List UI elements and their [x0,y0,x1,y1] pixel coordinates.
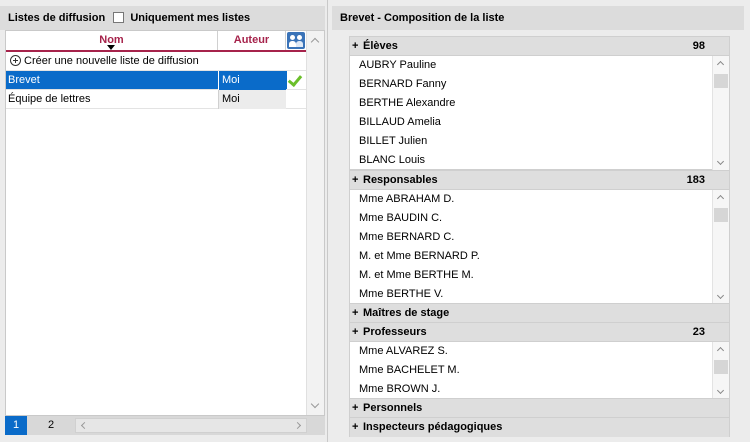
scroll-down-icon[interactable] [716,157,725,166]
section-header-responsables[interactable]: + Responsables 183 [350,171,729,190]
page-button-1[interactable]: 1 [5,416,27,435]
section-count: 183 [686,174,705,186]
scroll-left-icon[interactable] [80,421,89,430]
plus-icon[interactable]: + [352,37,362,56]
plus-icon[interactable]: + [352,399,362,418]
section-header-inspecteurs[interactable]: + Inspecteurs pédagogiques [350,418,729,437]
page-button-2[interactable]: 2 [40,416,62,435]
list-item[interactable]: BILLET Julien [350,132,729,151]
list-item[interactable]: BILLAUD Amelia [350,113,729,132]
section-scrollbar[interactable] [712,56,729,170]
section-maitres-de-stage: + Maîtres de stage [349,303,730,323]
grid-header: Nom Auteur [6,31,306,52]
filter-label[interactable]: Uniquement mes listes [130,12,250,24]
section-responsables: + Responsables 183 Mme ABRAHAM D. Mme BAU… [349,170,730,304]
create-list-row[interactable]: Créer une nouvelle liste de diffusion [6,52,306,71]
section-professeurs: + Professeurs 23 Mme ALVAREZ S. Mme BACHE… [349,322,730,399]
section-list: AUBRY Pauline BERNARD Fanny BERTHE Alexa… [350,56,729,170]
section-label: Personnels [363,402,423,414]
list-item[interactable]: Mme ALVAREZ S. [350,342,729,361]
scroll-down-icon[interactable] [716,386,725,395]
section-label: Responsables [363,174,438,186]
list-item[interactable]: Mme BERNARD C. [350,228,729,247]
list-item[interactable]: BLANC Louis [350,151,729,170]
plus-circle-icon [10,55,21,66]
right-panel-header: Brevet - Composition de la liste [332,6,744,30]
scroll-up-icon[interactable] [310,37,320,47]
list-item[interactable]: M. et Mme BERTHE M. [350,266,729,285]
sort-desc-icon [107,45,115,50]
section-header-eleves[interactable]: + Élèves 98 [350,37,729,56]
section-count: 23 [692,326,705,338]
plus-icon[interactable]: + [352,418,362,437]
list-item[interactable]: AUBRY Pauline [350,56,729,75]
pager: 1 2 [5,416,325,435]
section-inspecteurs-pedagogiques: + Inspecteurs pédagogiques [349,417,730,437]
lists-grid: Nom Auteur Créer une nouvelle liste de d… [5,30,325,416]
create-list-label: Créer une nouvelle liste de diffusion [24,55,199,67]
list-author: Moi [218,90,286,109]
scroll-thumb[interactable] [714,360,728,374]
plus-icon[interactable]: + [352,323,362,342]
scroll-thumb[interactable] [714,74,728,88]
grid-vertical-scrollbar[interactable] [306,31,324,415]
section-header-maitres-de-stage[interactable]: + Maîtres de stage [350,304,729,323]
scroll-right-icon[interactable] [293,421,302,430]
scroll-down-icon[interactable] [716,291,725,300]
section-list: Mme ABRAHAM D. Mme BAUDIN C. Mme BERNARD… [350,190,729,304]
section-label: Professeurs [363,326,427,338]
list-row[interactable]: Brevet Moi [6,71,306,90]
selected-flag-cell [287,71,306,89]
section-scrollbar[interactable] [712,190,729,304]
list-name: Brevet [8,74,40,86]
list-item[interactable]: M. et Mme BERNARD P. [350,247,729,266]
section-count: 98 [692,40,705,52]
scroll-up-icon[interactable] [716,194,725,203]
list-item[interactable]: Mme ABRAHAM D. [350,190,729,209]
list-item[interactable]: Mme BERTHE V. [350,285,729,304]
scroll-up-icon[interactable] [716,60,725,69]
plus-icon[interactable]: + [352,304,362,323]
section-list: Mme ALVAREZ S. Mme BACHELET M. Mme BROWN… [350,342,729,399]
panel-divider[interactable] [327,0,328,442]
section-header-professeurs[interactable]: + Professeurs 23 [350,323,729,342]
section-label: Inspecteurs pédagogiques [363,421,503,433]
list-item[interactable]: Mme BAUDIN C. [350,209,729,228]
list-item[interactable]: BERNARD Fanny [350,75,729,94]
scroll-up-icon[interactable] [716,346,725,355]
section-label: Maîtres de stage [363,307,450,319]
filter-checkbox[interactable] [113,12,125,23]
check-icon [287,71,303,88]
plus-icon[interactable]: + [352,171,362,190]
scroll-down-icon[interactable] [310,399,320,409]
section-personnels: + Personnels [349,398,730,418]
scroll-thumb[interactable] [714,208,728,222]
column-header-auteur[interactable]: Auteur [218,31,286,50]
section-header-personnels[interactable]: + Personnels [350,399,729,418]
panel-title-listes: Listes de diffusion [8,12,106,24]
section-eleves: + Élèves 98 AUBRY Pauline BERNARD Fanny B… [349,36,730,170]
section-label: Élèves [363,40,398,52]
list-row[interactable]: Équipe de lettres Moi [6,90,306,109]
list-item[interactable]: Mme BACHELET M. [350,361,729,380]
list-item[interactable]: Mme BROWN J. [350,380,729,399]
users-icon[interactable] [287,32,305,49]
list-name: Équipe de lettres [8,93,91,105]
section-scrollbar[interactable] [712,342,729,399]
column-header-nom[interactable]: Nom [6,31,218,50]
list-author: Moi [218,71,286,90]
list-item[interactable]: BERTHE Alexandre [350,94,729,113]
horizontal-scrollbar[interactable] [75,418,307,433]
left-panel-header: Listes de diffusion Uniquement mes liste… [0,6,325,30]
